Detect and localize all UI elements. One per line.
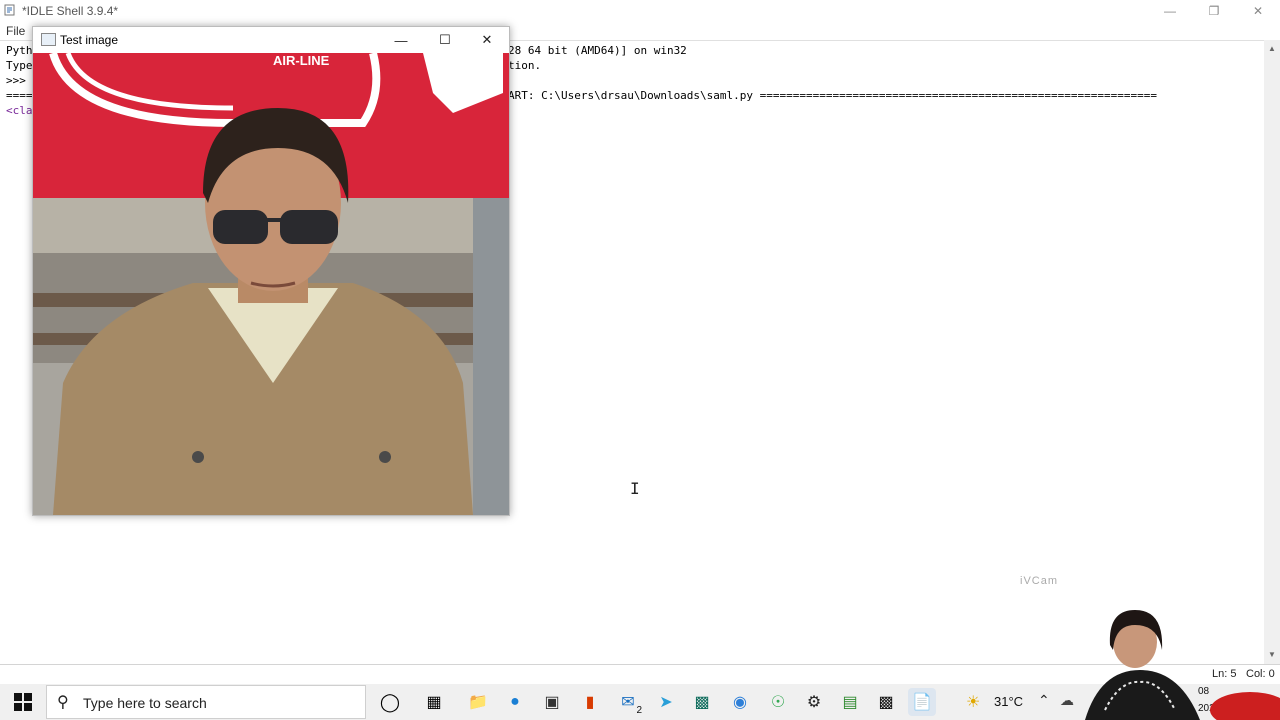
office-button[interactable]: ▮ [576, 688, 604, 716]
chart-icon: ▤ [842, 694, 858, 711]
webcam-overlay [1080, 600, 1280, 720]
folder-icon: 📁 [468, 694, 488, 711]
weather-icon[interactable]: ☀ [966, 692, 980, 712]
tray-chevron-up-icon[interactable]: ⌃ [1038, 692, 1050, 709]
mail-badge: 2 [636, 705, 642, 716]
obs-icon: ⚙ [806, 694, 822, 711]
store-bag-icon: ▣ [544, 694, 560, 711]
shell-line-1-right: 28 64 bit (AMD64)] on win32 [508, 44, 687, 57]
minimize-icon: — [394, 32, 408, 48]
minimize-button[interactable]: — [1148, 0, 1192, 22]
restart-line: ART: C:\Users\drsau\Downloads\saml.py ==… [508, 89, 1158, 102]
search-placeholder: Type here to search [83, 695, 207, 711]
task-view-button[interactable]: ▦ [420, 688, 448, 716]
image-close-button[interactable]: ✕ [465, 27, 509, 53]
window-title: *IDLE Shell 3.9.4* [22, 4, 119, 18]
obs-button[interactable]: ⚙ [800, 688, 828, 716]
portrait-photo: AIR-LINE [33, 53, 509, 515]
scroll-up-icon[interactable]: ▲ [1268, 44, 1276, 53]
chart-app-button[interactable]: ▤ [836, 688, 864, 716]
office-icon: ▮ [585, 694, 595, 711]
image-minimize-button[interactable]: — [379, 27, 423, 53]
taskbar-search-box[interactable]: ⚲ Type here to search [46, 685, 366, 719]
file-explorer-button[interactable]: 📁 [464, 688, 492, 716]
close-button[interactable]: ✕ [1236, 0, 1280, 22]
telegram-button[interactable]: ➤ [652, 688, 680, 716]
close-icon: ✕ [1252, 4, 1264, 18]
displayed-photo: AIR-LINE [33, 53, 509, 515]
shell-line-1-left: Pyth [6, 44, 33, 57]
camera-icon: ◉ [733, 694, 747, 711]
test-image-titlebar[interactable]: Test image — ☐ ✕ [33, 27, 509, 53]
task-view-icon: ▦ [426, 694, 442, 711]
shell-line-4-left: ==== [6, 89, 33, 102]
python-idle-button[interactable]: 📄 [908, 688, 936, 716]
shell-prompt: >>> [6, 74, 26, 87]
chrome-icon: ☉ [770, 694, 786, 711]
test-image-title: Test image [60, 33, 119, 47]
test-image-window[interactable]: Test image — ☐ ✕ AIR-LINE [32, 26, 510, 516]
ivcam-watermark: iVCam [1020, 575, 1059, 587]
onedrive-cloud-icon[interactable]: ☁ [1060, 692, 1074, 709]
window-app-icon [41, 33, 56, 46]
presenter-video [1085, 610, 1280, 720]
restore-button[interactable]: ❐ [1192, 0, 1236, 22]
text-cursor-icon: I [630, 479, 640, 498]
chrome-button[interactable]: ☉ [764, 688, 792, 716]
cmd-icon: ▩ [878, 694, 894, 711]
edge-button[interactable]: ● [501, 688, 529, 716]
search-icon: ⚲ [57, 694, 69, 711]
cortana-button[interactable]: ◯ [376, 688, 404, 716]
shell-line-2-right: tion. [508, 59, 542, 72]
cmd-button[interactable]: ▩ [872, 688, 900, 716]
store-button[interactable]: ▣ [538, 688, 566, 716]
app-icon: ▩ [694, 694, 710, 711]
menu-file[interactable]: File [6, 24, 25, 38]
idle-titlebar[interactable]: *IDLE Shell 3.9.4* — ❐ ✕ [0, 0, 1280, 22]
vertical-scrollbar[interactable]: ▲ ▼ [1264, 40, 1280, 664]
image-maximize-button[interactable]: ☐ [423, 27, 467, 53]
billboard-text: AIR-LINE [273, 53, 330, 68]
idle-app-icon [4, 4, 15, 16]
terminal-app-button[interactable]: ▩ [688, 688, 716, 716]
cortana-circle-icon: ◯ [379, 691, 401, 712]
mail-icon: ✉ [621, 694, 635, 711]
start-button[interactable] [0, 684, 46, 720]
close-icon: ✕ [481, 32, 493, 47]
python-file-icon: 📄 [912, 694, 932, 711]
webcam-app-button[interactable]: ◉ [726, 688, 754, 716]
shell-line-5-left: <cla [6, 104, 33, 117]
shell-line-2-left: Type [6, 59, 33, 72]
windows-logo-icon [14, 693, 32, 711]
edge-icon: ● [510, 693, 520, 710]
minimize-icon: — [1164, 4, 1176, 18]
mail-button[interactable]: ✉ 2 [614, 688, 642, 716]
telegram-icon: ➤ [659, 694, 673, 711]
restore-icon: ❐ [1208, 4, 1220, 18]
maximize-icon: ☐ [439, 32, 451, 47]
temperature-text[interactable]: 31°C [994, 694, 1023, 709]
